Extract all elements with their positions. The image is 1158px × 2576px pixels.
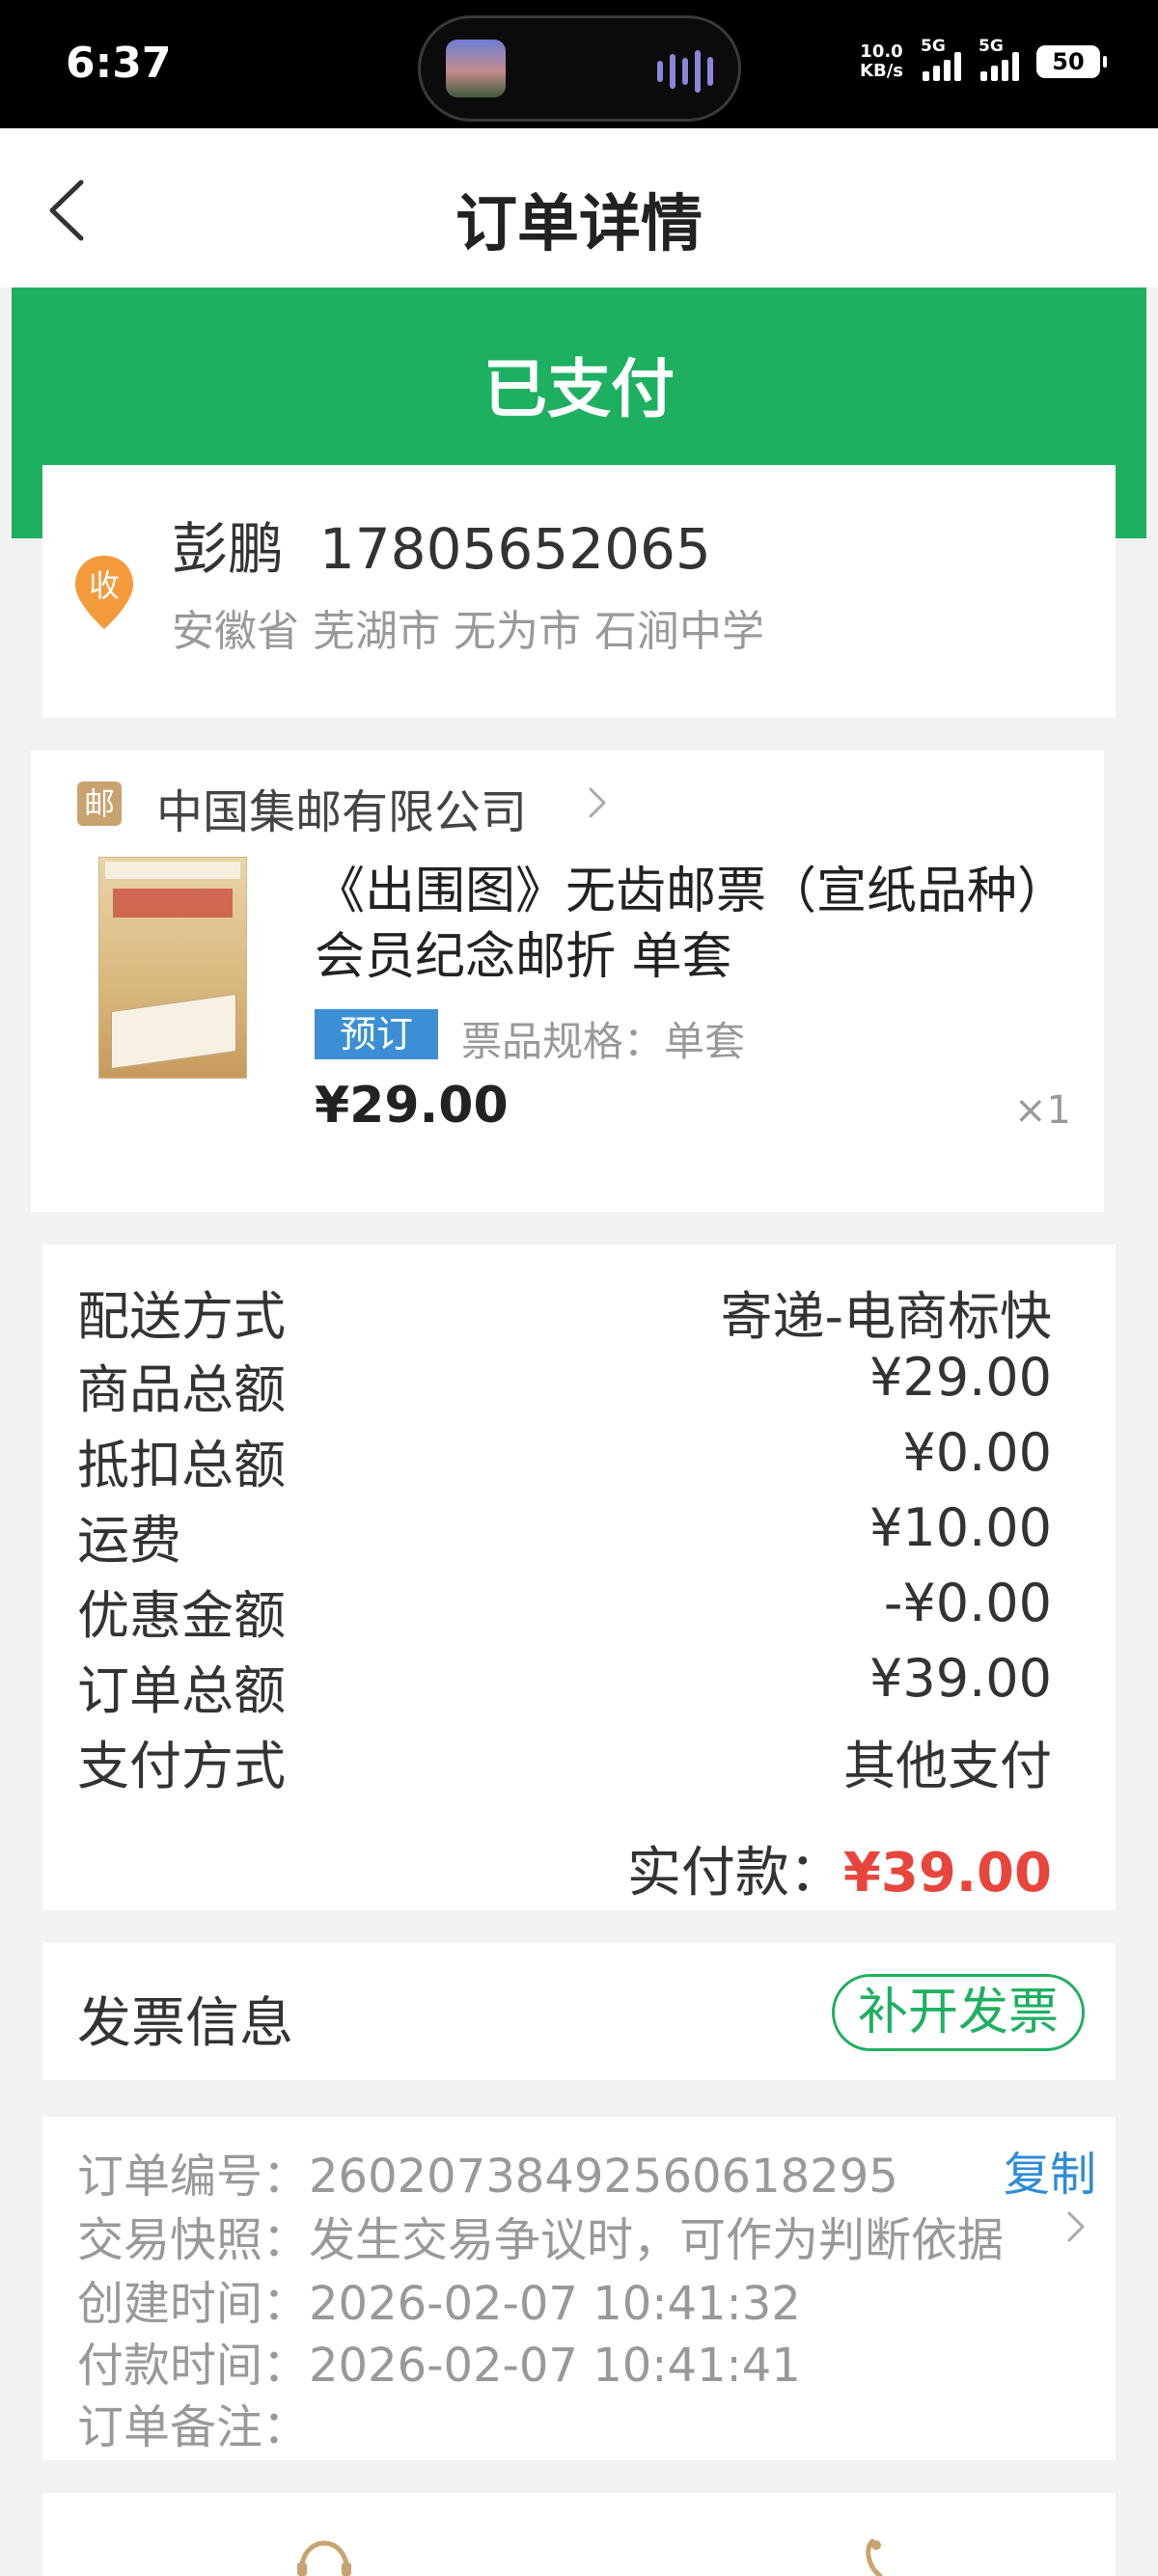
- amount-paid-label: 实付款：: [626, 1842, 843, 1905]
- media-thumbnail: [446, 40, 506, 97]
- summary-row: 抵扣总额 ¥0.00: [77, 1422, 1052, 1495]
- summary-row: 运费 ¥10.00: [77, 1497, 1052, 1571]
- summary-row: 优惠金额 -¥0.00: [77, 1573, 1052, 1646]
- product-image[interactable]: [98, 857, 247, 1079]
- summary-row: 配送方式 寄递-电商标快: [77, 1286, 1052, 1347]
- amount-paid: 实付款：¥39.00: [627, 1829, 1052, 1907]
- status-bar: 6:37 10.0 KB/s 5G 5G 50: [0, 0, 1158, 128]
- order-remark: 订单备注：: [77, 2400, 310, 2454]
- product-title[interactable]: 《出围图》无齿邮票（宣纸品种）会员纪念邮折 单套: [315, 859, 1067, 990]
- network-speed: 10.0 KB/s: [860, 41, 903, 81]
- invoice-card: 发票信息 补开发票: [42, 1943, 1116, 2080]
- invoice-title: 发票信息: [77, 1992, 293, 2055]
- dynamic-island[interactable]: [418, 15, 741, 122]
- signal-2-icon: 5G: [979, 37, 1019, 81]
- preorder-tag: 预订: [315, 1009, 438, 1059]
- order-info-card: 订单编号：26020738492560618295 复制 交易快照：发生交易争议…: [42, 2117, 1116, 2460]
- status-icons: 10.0 KB/s 5G 5G 50: [860, 37, 1107, 81]
- audio-wave-icon: [657, 47, 713, 96]
- recipient-name-phone: 彭鹏 17805652065: [172, 516, 711, 582]
- chevron-right-icon[interactable]: [1063, 2209, 1089, 2244]
- created-time: 创建时间：2026-02-07 10:41:32: [77, 2277, 801, 2331]
- trade-snapshot-link[interactable]: 交易快照：发生交易争议时，可作为判断依据: [77, 2202, 1004, 2269]
- copy-button[interactable]: 复制: [1004, 2136, 1096, 2204]
- order-number: 订单编号：26020738492560618295: [77, 2150, 898, 2204]
- customer-service-icon[interactable]: [293, 2537, 355, 2576]
- signal-1-icon: 5G: [921, 37, 961, 81]
- address-card[interactable]: 收 彭鹏 17805652065 安徽省 芜湖市 无为市 石涧中学: [42, 465, 1116, 718]
- order-summary-card: 配送方式 寄递-电商标快 商品总额 ¥29.00 抵扣总额 ¥0.00 运费 ¥…: [42, 1245, 1116, 1910]
- summary-row: 订单总额 ¥39.00: [77, 1648, 1052, 1721]
- recipient-address: 安徽省 芜湖市 无为市 石涧中学: [172, 607, 764, 656]
- battery-icon: 50: [1036, 45, 1107, 78]
- reissue-invoice-button[interactable]: 补开发票: [832, 1974, 1085, 2051]
- payment-time: 付款时间：2026-02-07 10:41:41: [77, 2339, 801, 2393]
- product-price: ¥29.00: [315, 1077, 509, 1135]
- clock: 6:37: [66, 39, 172, 88]
- page-title: 订单详情: [455, 189, 703, 260]
- product-quantity: ×1: [1014, 1088, 1071, 1133]
- product-card: 邮 中国集邮有限公司 《出围图》无齿邮票（宣纸品种）会员纪念邮折 单套 预订 票…: [31, 751, 1104, 1212]
- nav-bar: 订单详情: [0, 128, 1158, 288]
- summary-row: 商品总额 ¥29.00: [77, 1347, 1052, 1420]
- summary-row: 支付方式 其他支付: [77, 1736, 1052, 1796]
- bottom-action-bar: [42, 2493, 1116, 2576]
- product-spec: 票品规格：单套: [461, 1018, 746, 1065]
- address-badge-text: 收: [89, 567, 120, 604]
- location-pin-icon: 收: [71, 554, 137, 631]
- amount-paid-value: ¥39.00: [842, 1842, 1052, 1905]
- order-status: 已支付: [483, 352, 675, 426]
- shop-name[interactable]: 中国集邮有限公司: [156, 774, 527, 841]
- phone-icon[interactable]: [847, 2537, 909, 2576]
- chevron-right-icon[interactable]: [583, 785, 612, 820]
- shop-badge-icon: 邮: [77, 781, 122, 826]
